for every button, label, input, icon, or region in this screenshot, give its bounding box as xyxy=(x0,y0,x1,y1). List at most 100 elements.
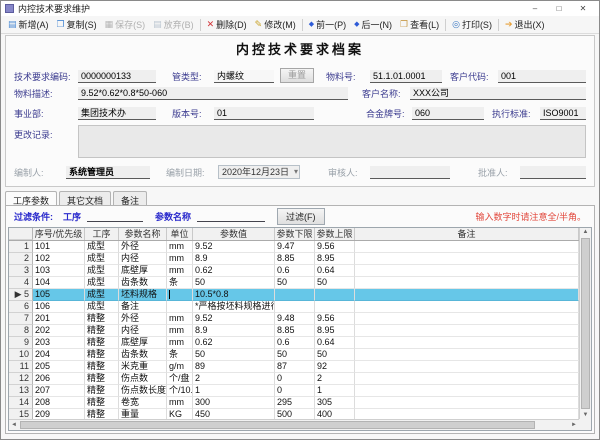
row-indicator: 7 xyxy=(9,313,33,325)
toolbar-button-print[interactable]: ◎打印(S) xyxy=(448,17,496,32)
cell-seq: 204 xyxy=(33,349,85,361)
table-row[interactable]: 15209精整重量KG450500400 xyxy=(9,409,579,419)
cell-unit xyxy=(167,289,193,301)
row-indicator: 11 xyxy=(9,361,33,373)
table-row[interactable]: 3103成型底壁厚mm0.620.60.64 xyxy=(9,265,579,277)
cell-param: 内径 xyxy=(119,253,167,265)
table-row[interactable]: 4104成型齿条数条505050 xyxy=(9,277,579,289)
scroll-right-icon[interactable]: ► xyxy=(571,422,577,428)
toolbar-button-discard: ▤放弃(B) xyxy=(149,17,198,32)
cell-unit: 条 xyxy=(167,349,193,361)
customer-code-field[interactable]: 001 xyxy=(498,70,586,83)
toolbar-button-modify[interactable]: ✎修改(M) xyxy=(251,17,300,32)
division-field[interactable]: 集团技术办 xyxy=(78,107,156,120)
table-row[interactable]: 10204精整齿条数条505050 xyxy=(9,349,579,361)
version-field[interactable]: 01 xyxy=(214,107,314,120)
column-header-7[interactable]: 参数上限 xyxy=(315,228,355,240)
tab-other-docs[interactable]: 其它文档 xyxy=(59,191,111,205)
reset-button[interactable]: 重置 xyxy=(280,68,314,83)
toolbar-button-view[interactable]: ❐查看(L) xyxy=(396,17,443,32)
cell-low xyxy=(275,301,315,313)
table-row[interactable]: 11205精整米克重g/m898792 xyxy=(9,361,579,373)
column-header-1[interactable]: 序号/优先级 xyxy=(33,228,85,240)
cell-param: 底壁厚 xyxy=(119,265,167,277)
table-row[interactable]: 12206精整伤点数个/盘202 xyxy=(9,373,579,385)
cell-value: 0.62 xyxy=(193,337,275,349)
copy-doc-icon: ❐ xyxy=(57,20,65,29)
cell-seq: 209 xyxy=(33,409,85,419)
grid-corner-cell xyxy=(9,228,33,240)
cell-process: 成型 xyxy=(85,277,119,289)
maximize-button[interactable]: □ xyxy=(547,1,571,16)
cell-process: 成型 xyxy=(85,265,119,277)
toolbar-button-new[interactable]: ▤新增(A) xyxy=(4,17,53,32)
table-row[interactable]: 6106成型备注*严格按坯料规格进行上料。 xyxy=(9,301,579,313)
cell-low: 50 xyxy=(275,349,315,361)
table-row[interactable]: ▶ 5105成型坯料规格10.5*0.8 xyxy=(9,289,579,301)
tab-process-params[interactable]: 工序参数 xyxy=(5,191,57,205)
cell-note xyxy=(355,265,579,277)
cell-high: 50 xyxy=(315,349,355,361)
customer-name-label: 客户名称: xyxy=(362,87,410,100)
cell-value: 9.52 xyxy=(193,241,275,253)
column-header-6[interactable]: 参数下限 xyxy=(275,228,315,240)
column-header-2[interactable]: 工序 xyxy=(85,228,119,240)
table-row[interactable]: 8202精整内径mm8.98.858.95 xyxy=(9,325,579,337)
column-header-4[interactable]: 单位 xyxy=(167,228,193,240)
material-desc-field[interactable]: 9.52*0.62*0.8*50-060 xyxy=(78,87,348,100)
cell-high: 305 xyxy=(315,397,355,409)
column-header-5[interactable]: 参数值 xyxy=(193,228,275,240)
cell-seq: 101 xyxy=(33,241,85,253)
cell-high: 92 xyxy=(315,361,355,373)
alloy-field[interactable]: 060 xyxy=(412,107,484,120)
edit-pencil-icon: ✎ xyxy=(255,20,263,29)
table-row[interactable]: 14208精整卷宽mm300295305 xyxy=(9,397,579,409)
approver-field[interactable] xyxy=(520,166,586,179)
grid-body: 1101成型外径mm9.529.479.562102成型内径mm8.98.858… xyxy=(9,241,579,419)
cell-unit: mm xyxy=(167,325,193,337)
minimize-button[interactable]: – xyxy=(523,1,547,16)
toolbar-button-delete[interactable]: ✕删除(D) xyxy=(203,17,251,32)
cell-process: 精整 xyxy=(85,397,119,409)
filter-param-input[interactable] xyxy=(197,210,265,222)
grid-horizontal-scrollbar[interactable]: ◄ ► xyxy=(9,419,579,430)
code-field[interactable]: 0000000133 xyxy=(78,70,156,83)
toolbar-button-copy[interactable]: ❐复制(S) xyxy=(53,17,101,32)
vertical-scroll-thumb[interactable] xyxy=(581,238,590,409)
cell-low: 8.85 xyxy=(275,325,315,337)
scroll-up-icon[interactable]: ▲ xyxy=(580,229,591,235)
filter-process-input[interactable] xyxy=(87,210,143,222)
scroll-down-icon[interactable]: ▼ xyxy=(580,412,591,418)
date-combo[interactable]: 2020年12月23日 xyxy=(218,165,300,179)
author-field[interactable]: 系统管理员 xyxy=(66,166,150,179)
cell-note xyxy=(355,241,579,253)
pipe-type-field[interactable]: 内螺纹 xyxy=(214,70,274,83)
filter-button[interactable]: 过滤(F) xyxy=(277,208,325,225)
toolbar-button-exit[interactable]: ➔退出(X) xyxy=(501,17,549,32)
cell-low xyxy=(275,289,315,301)
tab-remark[interactable]: 备注 xyxy=(113,191,147,205)
reviewer-field[interactable] xyxy=(370,166,450,179)
close-button[interactable]: ✕ xyxy=(571,1,595,16)
cell-note xyxy=(355,349,579,361)
grid-vertical-scrollbar[interactable]: ▲ ▼ xyxy=(579,228,591,419)
horizontal-scroll-thumb[interactable] xyxy=(20,421,535,429)
customer-name-field[interactable]: XXX公司 xyxy=(410,87,586,100)
table-row[interactable]: 1101成型外径mm9.529.479.56 xyxy=(9,241,579,253)
cell-value: *严格按坯料规格进行上料。 xyxy=(193,301,275,313)
column-header-3[interactable]: 参数名称 xyxy=(119,228,167,240)
cell-high: 8.95 xyxy=(315,325,355,337)
column-header-8[interactable]: 备注 xyxy=(355,228,579,240)
standard-field[interactable]: ISO9001 xyxy=(540,107,586,120)
filter-row: 过滤条件: 工序 参数名称 过滤(F) 输入数字时请注意全/半角。 xyxy=(6,206,594,226)
table-row[interactable]: 13207精整伤点数长度控制个/10...101 xyxy=(9,385,579,397)
cell-param: 齿条数 xyxy=(119,277,167,289)
toolbar-button-prev[interactable]: ◆前一(P) xyxy=(305,17,350,32)
scroll-left-icon[interactable]: ◄ xyxy=(11,422,17,428)
table-row[interactable]: 9203精整底壁厚mm0.620.60.64 xyxy=(9,337,579,349)
table-row[interactable]: 7201精整外径mm9.529.489.56 xyxy=(9,313,579,325)
change-record-field[interactable] xyxy=(78,125,586,158)
table-row[interactable]: 2102成型内径mm8.98.858.95 xyxy=(9,253,579,265)
toolbar-button-next[interactable]: ◆后一(N) xyxy=(350,17,396,32)
material-no-field[interactable]: 51.1.01.0001 xyxy=(370,70,442,83)
